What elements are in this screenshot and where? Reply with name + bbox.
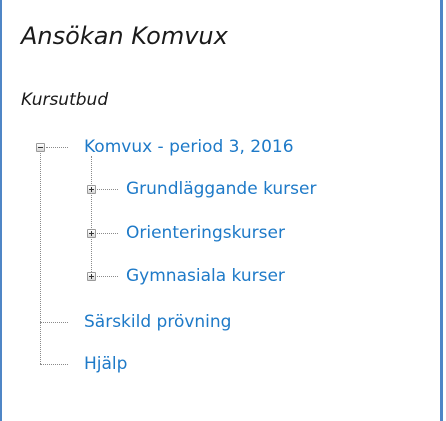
tree-node-orientering[interactable]: Orienteringskurser [126, 223, 285, 243]
tree-connector [40, 322, 68, 323]
course-tree: Komvux - period 3, 2016 Grundläggande ku… [2, 0, 445, 421]
tree-node-hjalp[interactable]: Hjälp [84, 354, 127, 374]
tree-trunk-line [40, 151, 41, 364]
tree-connector [46, 147, 68, 148]
tree-branch-line [91, 156, 92, 276]
tree-connector [40, 364, 68, 365]
expand-icon[interactable] [87, 185, 96, 194]
tree-node-komvux-period[interactable]: Komvux - period 3, 2016 [84, 137, 294, 157]
collapse-icon[interactable] [36, 143, 45, 152]
tree-connector [97, 233, 118, 234]
tree-connector [97, 276, 118, 277]
tree-node-gymnasiala[interactable]: Gymnasiala kurser [126, 266, 285, 286]
application-panel: Ansökan Komvux Kursutbud Komvux - period… [0, 0, 443, 421]
tree-connector [97, 189, 118, 190]
expand-icon[interactable] [87, 272, 96, 281]
expand-icon[interactable] [87, 229, 96, 238]
tree-node-grundlaggande[interactable]: Grundläggande kurser [126, 179, 316, 199]
tree-node-sarskild-provning[interactable]: Särskild prövning [84, 312, 231, 332]
